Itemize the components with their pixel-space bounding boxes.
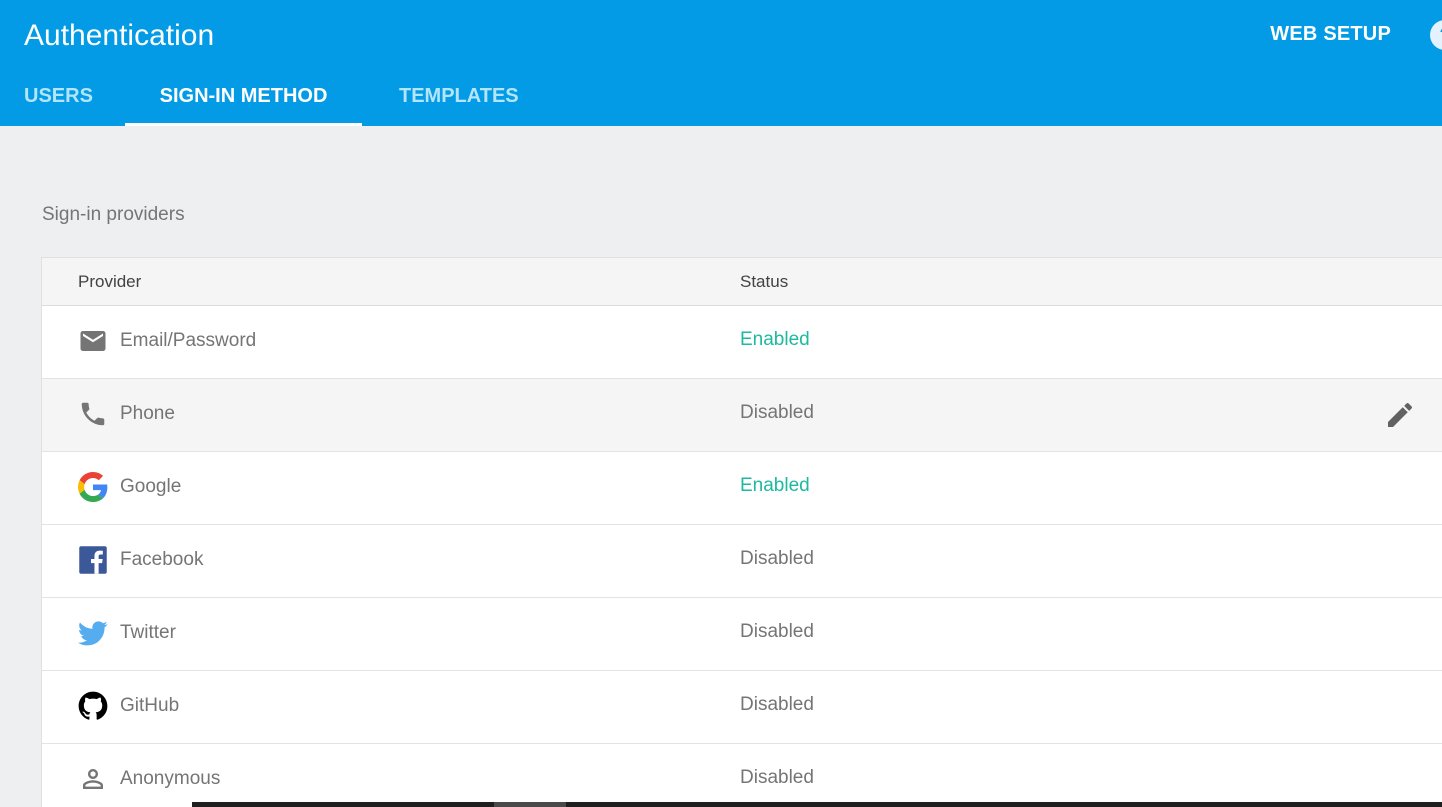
status-label: Disabled — [740, 621, 814, 642]
tab-users[interactable]: USERS — [24, 84, 93, 126]
table-row[interactable]: Phone Disabled — [42, 379, 1442, 452]
web-setup-button[interactable]: WEB SETUP — [1270, 23, 1391, 46]
email-icon — [78, 326, 108, 356]
status-label: Disabled — [740, 694, 814, 715]
tab-sign-in-method[interactable]: SIGN-IN METHOD — [125, 84, 362, 126]
status-label: Enabled — [740, 329, 810, 350]
provider-name: Google — [120, 476, 182, 497]
provider-name: Facebook — [120, 549, 204, 570]
status-label: Disabled — [740, 402, 814, 423]
table-row[interactable]: Anonymous Disabled — [42, 744, 1442, 807]
table-row[interactable]: Email/Password Enabled — [42, 306, 1442, 379]
table-row[interactable]: GitHub Disabled — [42, 671, 1442, 744]
google-icon — [78, 472, 108, 502]
github-icon — [78, 691, 108, 721]
edit-pencil-icon[interactable] — [1384, 399, 1416, 431]
provider-name: Email/Password — [120, 330, 257, 351]
tab-templates[interactable]: TEMPLATES — [399, 84, 519, 126]
table-row[interactable]: Twitter Disabled — [42, 598, 1442, 671]
twitter-icon — [78, 618, 108, 648]
providers-table: Provider Status Email/Password Enabled P… — [41, 257, 1442, 807]
app-header: Authentication WEB SETUP ? USERS SIGN-IN… — [0, 0, 1442, 126]
status-label: Enabled — [740, 475, 810, 496]
provider-name: Anonymous — [120, 768, 221, 789]
page-title: Authentication — [24, 19, 215, 52]
provider-name: GitHub — [120, 695, 180, 716]
column-header-status: Status — [740, 272, 789, 291]
help-icon[interactable]: ? — [1430, 20, 1442, 50]
provider-name: Phone — [120, 403, 175, 424]
provider-name: Twitter — [120, 622, 176, 643]
table-row[interactable]: Google Enabled — [42, 452, 1442, 525]
phone-icon — [78, 399, 108, 429]
table-row[interactable]: Facebook Disabled — [42, 525, 1442, 598]
scrollbar-thumb[interactable] — [494, 802, 566, 807]
horizontal-scrollbar[interactable] — [192, 802, 1442, 807]
status-label: Disabled — [740, 548, 814, 569]
facebook-icon — [78, 545, 108, 575]
table-header: Provider Status — [42, 258, 1442, 306]
status-label: Disabled — [740, 767, 814, 788]
column-header-provider: Provider — [78, 272, 142, 291]
section-heading: Sign-in providers — [42, 204, 185, 225]
person-icon — [78, 764, 108, 794]
